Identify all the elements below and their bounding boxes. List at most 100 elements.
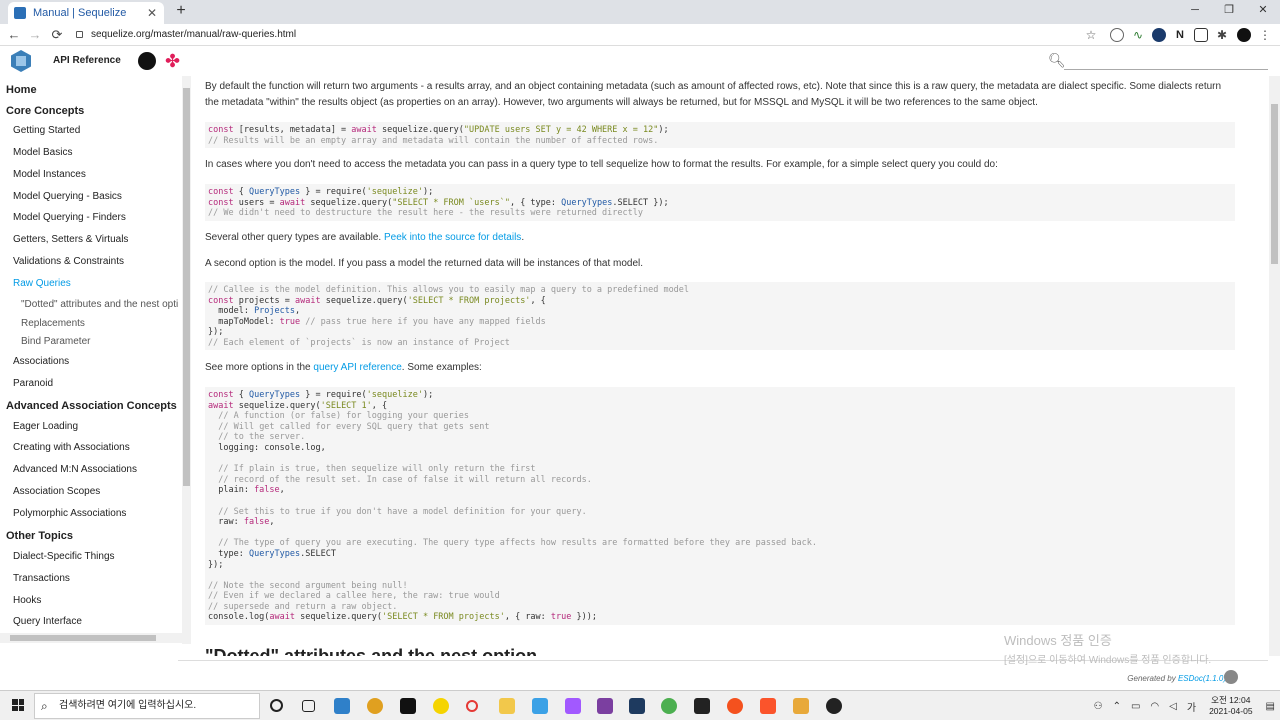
sidebar-horizontal-scrollbar[interactable]: [0, 633, 182, 643]
api-reference-link[interactable]: API Reference: [53, 55, 121, 66]
taskbar-search-box[interactable]: ⌕ 검색하려면 여기에 입력하십시오.: [34, 693, 260, 719]
app-icon[interactable]: [532, 698, 548, 714]
reload-icon[interactable]: ⟳: [49, 27, 65, 43]
sidebar-item-getting-started[interactable]: Getting Started: [13, 125, 80, 136]
minimize-icon[interactable]: ─: [1178, 0, 1212, 22]
site-header: API Reference ✤ 🔍︎: [0, 46, 1280, 76]
sidebar-item-advanced-association-concepts[interactable]: Advanced Association Concepts: [6, 400, 177, 412]
sidebar-item-model-basics[interactable]: Model Basics: [13, 147, 72, 158]
sidebar-item-eager-loading[interactable]: Eager Loading: [13, 421, 78, 432]
bookmark-star-icon[interactable]: ☆: [1084, 28, 1098, 42]
extension-icon[interactable]: ∿: [1131, 28, 1145, 42]
code-block: const { QueryTypes } = require('sequeliz…: [205, 184, 1235, 221]
profile-avatar[interactable]: [1237, 28, 1251, 42]
address-bar: ← → ⟳ sequelize.org/master/manual/raw-qu…: [0, 24, 1280, 46]
close-window-icon[interactable]: ✕: [1246, 0, 1280, 22]
section-heading: "Dotted" attributes and the nest option: [205, 646, 538, 656]
url-field[interactable]: sequelize.org/master/manual/raw-queries.…: [76, 27, 1096, 43]
notification-icon[interactable]: ▤: [1266, 701, 1275, 712]
vscode-icon[interactable]: [334, 698, 350, 714]
sidebar-item-model-querying-basics[interactable]: Model Querying - Basics: [13, 191, 122, 202]
task-view-icon[interactable]: [302, 700, 315, 712]
sidebar-item-hooks[interactable]: Hooks: [13, 595, 41, 606]
sidebar-item-dialect-specific-things[interactable]: Dialect-Specific Things: [13, 551, 115, 562]
forward-button[interactable]: →: [27, 27, 43, 43]
network-icon[interactable]: ▭: [1131, 701, 1140, 712]
main-content: By default the function will return two …: [205, 76, 1237, 656]
sidebar-vertical-scrollbar[interactable]: [182, 76, 191, 644]
sidebar-item-associations[interactable]: Associations: [13, 356, 69, 367]
ime-indicator[interactable]: 가: [1187, 699, 1196, 714]
intellij-icon[interactable]: [694, 698, 710, 714]
paragraph: A second option is the model. If you pas…: [205, 258, 644, 269]
taskbar-clock[interactable]: 오전 12:04 2021-04-05: [1209, 695, 1252, 717]
sidebar-item-other-topics[interactable]: Other Topics: [6, 530, 73, 542]
sidebar-item-query-interface[interactable]: Query Interface: [13, 616, 82, 627]
extension-icon[interactable]: [1152, 28, 1166, 42]
app-icon[interactable]: [466, 700, 478, 712]
wifi-icon[interactable]: ◠: [1150, 701, 1159, 712]
sidebar-item-core-concepts[interactable]: Core Concepts: [6, 105, 84, 117]
sidebar-item-home[interactable]: Home: [6, 84, 37, 96]
sidebar-item-replacements[interactable]: Replacements: [21, 318, 85, 329]
page-vertical-scrollbar[interactable]: [1269, 76, 1280, 656]
chevron-up-icon[interactable]: ⌃: [1113, 701, 1121, 712]
esdoc-link[interactable]: ESDoc(1.1.0): [1178, 674, 1226, 683]
back-button[interactable]: ←: [6, 27, 22, 43]
obs-icon[interactable]: [826, 698, 842, 714]
paragraph: Several other query types are available.…: [205, 232, 525, 243]
code-block: const { QueryTypes } = require('sequeliz…: [205, 387, 1235, 625]
sidebar-item-dotted-attributes-and-the-nest-opti[interactable]: "Dotted" attributes and the nest opti: [21, 299, 178, 310]
people-icon[interactable]: ⚇: [1094, 701, 1103, 712]
query-api-reference-link[interactable]: query API reference: [313, 362, 401, 373]
maximize-icon[interactable]: ❐: [1212, 0, 1246, 22]
search-input[interactable]: [1064, 54, 1268, 70]
file-explorer-icon[interactable]: [499, 698, 515, 714]
paragraph: See more options in the query API refere…: [205, 362, 482, 373]
sidebar-item-model-querying-finders[interactable]: Model Querying - Finders: [13, 212, 126, 223]
postman-icon[interactable]: [727, 698, 743, 714]
sidebar-nav: Home Core Concepts Getting Started Model Ba…: [0, 76, 182, 644]
mongodb-icon[interactable]: [661, 698, 677, 714]
app-icon[interactable]: [597, 698, 613, 714]
kakaotalk-icon[interactable]: [433, 698, 449, 714]
sidebar-item-getters-setters-virtuals[interactable]: Getters, Setters & Virtuals: [13, 234, 128, 245]
system-tray: ⚇ ⌃ ▭ ◠ ◁ 가 오전 12:04 2021-04-05 ▤: [1089, 691, 1280, 720]
browser-tab-strip: Manual | Sequelize ✕ + ─ ❐ ✕: [0, 0, 1280, 24]
sidebar-item-raw-queries[interactable]: Raw Queries: [13, 278, 71, 289]
source-details-link[interactable]: Peek into the source for details: [384, 232, 521, 243]
sidebar-item-association-scopes[interactable]: Association Scopes: [13, 486, 100, 497]
windows-taskbar: ⌕ 검색하려면 여기에 입력하십시오. ⚇ ⌃ ▭ ◠ ◁ 가 오전 12:04 …: [0, 690, 1280, 720]
sidebar-item-transactions[interactable]: Transactions: [13, 573, 70, 584]
extension-icon[interactable]: [1110, 28, 1124, 42]
windows-start-icon[interactable]: [12, 699, 24, 711]
new-tab-button[interactable]: +: [172, 2, 190, 20]
notion-icon[interactable]: [400, 698, 416, 714]
extension-icon[interactable]: N: [1173, 28, 1187, 42]
sequelize-favicon-icon: [14, 7, 26, 19]
slack-icon[interactable]: ✤: [165, 52, 183, 70]
browser-tab[interactable]: Manual | Sequelize ✕: [8, 2, 164, 24]
paragraph: In cases where you don't need to access …: [205, 159, 998, 170]
brave-icon[interactable]: [760, 698, 776, 714]
menu-kebab-icon[interactable]: ⋮: [1258, 28, 1272, 42]
sidebar-item-creating-with-associations[interactable]: Creating with Associations: [13, 442, 130, 453]
sidebar-item-model-instances[interactable]: Model Instances: [13, 169, 86, 180]
close-tab-icon[interactable]: ✕: [146, 6, 158, 20]
github-icon[interactable]: [138, 52, 156, 70]
sidebar-item-bind-parameter[interactable]: Bind Parameter: [21, 336, 90, 347]
chrome-icon[interactable]: [367, 698, 383, 714]
sidebar-item-advanced-m-n-associations[interactable]: Advanced M:N Associations: [13, 464, 137, 475]
cortana-icon[interactable]: [270, 699, 283, 712]
app-icon[interactable]: [629, 698, 645, 714]
volume-icon[interactable]: ◁: [1169, 701, 1177, 712]
window-controls: ─ ❐ ✕: [1178, 0, 1280, 22]
puzzle-icon[interactable]: ✱: [1215, 28, 1229, 42]
figma-icon[interactable]: [565, 698, 581, 714]
sidebar-item-polymorphic-associations[interactable]: Polymorphic Associations: [13, 508, 126, 519]
app-icon[interactable]: [793, 698, 809, 714]
sidebar-item-paranoid[interactable]: Paranoid: [13, 378, 53, 389]
sidebar-item-validations-constraints[interactable]: Validations & Constraints: [13, 256, 124, 267]
extension-icon[interactable]: [1194, 28, 1208, 42]
sequelize-logo-icon[interactable]: [11, 50, 31, 72]
